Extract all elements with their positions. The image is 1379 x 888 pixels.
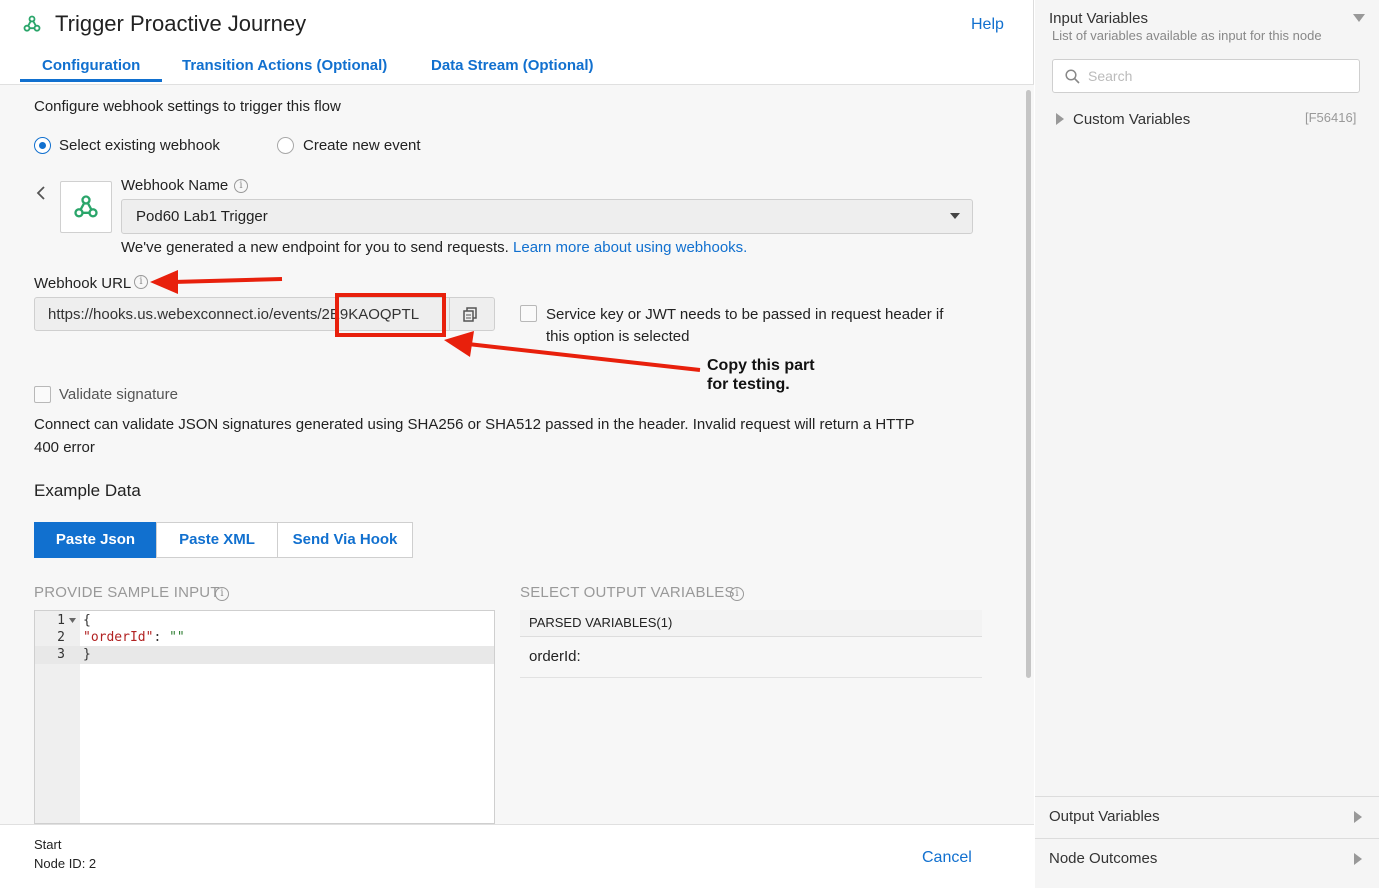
- search-placeholder: Search: [1088, 68, 1133, 84]
- node-type: Start: [34, 837, 62, 852]
- search-input[interactable]: Search: [1052, 59, 1360, 93]
- learn-more-link[interactable]: Learn more about using webhooks.: [513, 239, 747, 256]
- expand-arrow-icon[interactable]: [1354, 853, 1362, 865]
- collapse-caret-icon[interactable]: [1353, 14, 1365, 22]
- radio-create-label: Create new event: [303, 137, 421, 154]
- webhook-name-label: Webhook Name: [121, 177, 229, 194]
- info-icon: i: [730, 587, 744, 601]
- cancel-button[interactable]: Cancel: [922, 849, 972, 867]
- validate-signature-checkbox[interactable]: [34, 386, 51, 403]
- fold-arrow-icon[interactable]: [69, 618, 76, 623]
- search-icon: [1065, 69, 1080, 84]
- validate-description: Connect can validate JSON signatures gen…: [34, 416, 915, 456]
- annotation-arrows: [150, 270, 701, 372]
- tab-transition-actions[interactable]: Transition Actions (Optional): [182, 57, 387, 74]
- sample-input-label: PROVIDE SAMPLE INPUT: [34, 584, 220, 601]
- segment-paste-xml[interactable]: Paste XML: [156, 522, 278, 558]
- node-outcomes-section[interactable]: Node Outcomes: [1049, 850, 1157, 867]
- webhook-icon-box: [60, 181, 112, 233]
- webhook-logo-icon: [23, 15, 41, 32]
- output-variables-label: SELECT OUTPUT VARIABLES: [520, 584, 735, 601]
- tab-configuration[interactable]: Configuration: [42, 57, 140, 74]
- footer: Start Node ID: 2 Cancel: [0, 824, 1034, 888]
- editor-lines: 1 { 2 "orderId": "" 3 }: [57, 613, 185, 662]
- help-link[interactable]: Help: [971, 16, 1004, 34]
- radio-existing-label: Select existing webhook: [59, 137, 220, 154]
- webhook-name-value: Pod60 Lab1 Trigger: [136, 208, 268, 225]
- input-variables-subtitle: List of variables available as input for…: [1052, 28, 1322, 43]
- segment-send-via-hook[interactable]: Send Via Hook: [277, 522, 413, 558]
- json-editor[interactable]: 1 { 2 "orderId": "" 3 }: [34, 610, 495, 824]
- output-variables-section[interactable]: Output Variables: [1049, 808, 1160, 825]
- expand-arrow-icon[interactable]: [1354, 811, 1362, 823]
- endpoint-note: We've generated a new endpoint for you t…: [121, 239, 748, 256]
- custom-variables-code: [F56416]: [1305, 110, 1357, 125]
- radio-existing-webhook[interactable]: [34, 137, 51, 154]
- example-data-heading: Example Data: [34, 481, 141, 500]
- input-variables-title: Input Variables: [1049, 10, 1148, 27]
- parsed-variables-header: PARSED VARIABLES(1): [520, 610, 982, 637]
- radio-create-event[interactable]: [277, 137, 294, 154]
- page-title: Trigger Proactive Journey: [55, 11, 307, 36]
- intro-text: Configure webhook settings to trigger th…: [34, 98, 341, 115]
- custom-variables-item[interactable]: Custom Variables: [1073, 111, 1190, 128]
- validate-signature-label: Validate signature: [59, 386, 178, 403]
- info-icon: i: [134, 275, 148, 289]
- annotation-callout: Copy this part for testing.: [707, 357, 815, 393]
- tab-data-stream[interactable]: Data Stream (Optional): [431, 57, 594, 74]
- info-icon: i: [234, 179, 248, 193]
- divider: [1035, 796, 1379, 797]
- segment-paste-json[interactable]: Paste Json: [34, 522, 157, 558]
- info-icon: i: [215, 587, 229, 601]
- webhook-name-select[interactable]: Pod60 Lab1 Trigger: [121, 199, 973, 234]
- config-panel: Trigger Proactive Journey Help Configura…: [0, 0, 1034, 888]
- divider: [1035, 838, 1379, 839]
- dropdown-caret-icon: [950, 213, 960, 219]
- chevron-left-icon[interactable]: [35, 185, 47, 201]
- scrollbar[interactable]: [1026, 90, 1031, 678]
- input-variables-panel: Input Variables List of variables availa…: [1035, 0, 1379, 888]
- parsed-variable-row[interactable]: orderId:: [520, 637, 982, 678]
- node-id: Node ID: 2: [34, 856, 97, 871]
- webhook-url-label: Webhook URL: [34, 275, 132, 292]
- expand-arrow-icon[interactable]: [1056, 113, 1064, 125]
- active-tab-indicator: [20, 79, 162, 82]
- webhook-icon: [74, 195, 98, 218]
